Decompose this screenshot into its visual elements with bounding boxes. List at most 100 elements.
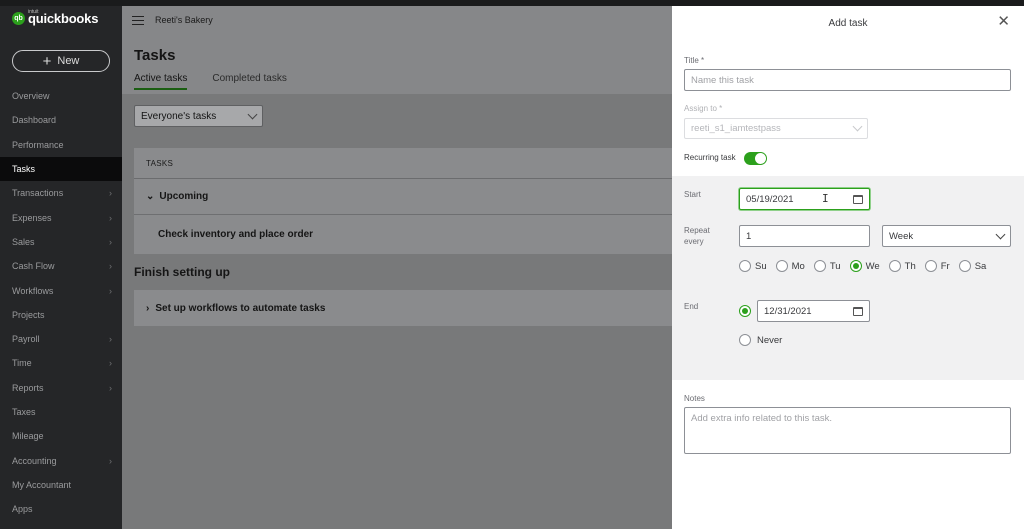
end-date-value: 12/31/2021 — [764, 305, 812, 317]
sidebar-item-time[interactable]: Time › — [0, 351, 122, 375]
sidebar-item-label: Accounting — [12, 455, 57, 466]
recurring-label: Recurring task — [684, 153, 736, 162]
sidebar-item-apps[interactable]: Apps — [0, 497, 122, 521]
new-button[interactable]: + New — [12, 50, 110, 72]
end-date-input[interactable]: 12/31/2021 — [757, 300, 870, 322]
chevron-right-icon: › — [146, 302, 150, 314]
main-area: Reeti's Bakery Tasks Active tasks Comple… — [122, 6, 672, 529]
tab-completed-tasks[interactable]: Completed tasks — [212, 73, 286, 90]
sidebar-item-sales[interactable]: Sales › — [0, 230, 122, 254]
chevron-right-icon: › — [109, 382, 112, 393]
sidebar-item-mileage[interactable]: Mileage — [0, 424, 122, 448]
weekday-radio[interactable] — [924, 260, 937, 272]
group-label: Upcoming — [159, 191, 209, 202]
title-input[interactable]: Name this task — [684, 69, 1011, 91]
sidebar-item-accounting[interactable]: Accounting › — [0, 448, 122, 472]
chevron-right-icon: › — [109, 212, 112, 223]
weekday-radio[interactable] — [775, 260, 788, 272]
sidebar-item-taxes[interactable]: Taxes — [0, 400, 122, 424]
notes-textarea[interactable]: Add extra info related to this task. — [684, 407, 1011, 454]
sidebar-item-my-accountant[interactable]: My Accountant — [0, 473, 122, 497]
chevron-down-icon — [247, 109, 258, 119]
setup-item[interactable]: › Set up workflows to automate tasks — [134, 290, 672, 326]
weekday-radio[interactable] — [739, 260, 751, 272]
sidebar-item-cash-flow[interactable]: Cash Flow › — [0, 254, 122, 278]
tasks-card: TASKS ⌄ Upcoming Check inventory and pla… — [134, 148, 672, 254]
chevron-down-icon — [995, 229, 1006, 239]
weekday-radio[interactable] — [849, 260, 862, 272]
sidebar-item-label: My Accountant — [12, 479, 72, 490]
task-filter-select[interactable]: Everyone's tasks — [134, 105, 263, 127]
weekday-option-we[interactable]: We — [849, 260, 880, 272]
repeat-label: Repeat — [684, 226, 710, 235]
sidebar-item-label: Taxes — [12, 407, 36, 417]
weekday-option-mo[interactable]: Mo — [775, 260, 805, 272]
weekday-radio[interactable] — [813, 260, 826, 272]
sidebar-nav: Overview Dashboard Performance Tasks Transac… — [0, 84, 122, 521]
task-row[interactable]: Check inventory and place order — [134, 215, 672, 253]
sidebar-item-label: Apps — [12, 504, 33, 515]
panel-title: Add task — [828, 18, 868, 29]
chevron-down-icon — [852, 121, 863, 132]
repeat-unit-value: Week — [889, 230, 914, 242]
weekday-option-tu[interactable]: Tu — [813, 260, 841, 272]
menu-icon[interactable] — [132, 16, 144, 25]
chevron-right-icon: › — [109, 285, 112, 296]
chevron-right-icon: › — [109, 334, 112, 345]
sidebar-item-label: Overview — [12, 91, 50, 102]
sidebar-item-dashboard[interactable]: Dashboard — [0, 108, 122, 132]
chevron-right-icon: › — [109, 455, 112, 466]
quickbooks-logo-icon: qb — [12, 12, 25, 25]
sidebar-item-label: Projects — [12, 309, 45, 320]
sidebar-item-performance[interactable]: Performance — [0, 133, 122, 157]
sidebar-item-payroll[interactable]: Payroll › — [0, 327, 122, 351]
repeat-interval-input[interactable]: 1 — [739, 225, 870, 247]
brand-logo[interactable]: qb quickbooks — [12, 11, 98, 26]
sidebar-item-label: Mileage — [12, 431, 44, 442]
assign-select: reeti_s1_iamtestpass — [684, 118, 868, 139]
close-icon[interactable]: ✕ — [997, 14, 1010, 29]
weekday-label: Mo — [791, 260, 805, 272]
sidebar-item-tasks[interactable]: Tasks — [0, 156, 122, 182]
sidebar-item-projects[interactable]: Projects — [0, 303, 122, 327]
top-strip — [0, 0, 1024, 6]
start-date-input[interactable]: 05/19/2021 — [739, 188, 870, 210]
repeat-unit-select[interactable]: Week — [882, 225, 1011, 247]
weekday-radio[interactable] — [888, 260, 901, 272]
never-radio[interactable] — [739, 334, 751, 346]
sidebar-item-expenses[interactable]: Expenses › — [0, 205, 122, 229]
sidebar-item-workflows[interactable]: Workflows › — [0, 278, 122, 302]
sidebar-item-transactions[interactable]: Transactions › — [0, 181, 122, 205]
sidebar-item-label: Expenses — [12, 212, 52, 223]
sidebar-item-overview[interactable]: Overview — [0, 84, 122, 108]
sidebar-item-label: Workflows — [12, 285, 54, 296]
task-filter-value: Everyone's tasks — [141, 110, 217, 122]
never-label: Never — [757, 334, 783, 346]
table-header: TASKS — [134, 148, 672, 179]
end-label: End — [684, 302, 699, 311]
sidebar-item-label: Tasks — [12, 164, 36, 175]
calendar-icon[interactable] — [853, 194, 863, 204]
add-task-panel: Add task ✕ Title * Name this task Assign… — [672, 6, 1024, 529]
assign-value: reeti_s1_iamtestpass — [691, 123, 781, 134]
sidebar-item-label: Time — [12, 358, 32, 369]
weekday-option-sa[interactable]: Sa — [958, 260, 987, 272]
weekday-label: Su — [755, 260, 767, 272]
end-date-radio[interactable] — [739, 305, 751, 317]
start-label: Start — [684, 190, 701, 199]
weekday-radio[interactable] — [958, 260, 971, 272]
tab-active-tasks[interactable]: Active tasks — [134, 73, 188, 90]
sidebar-item-label: Transactions — [12, 188, 64, 199]
weekday-option-fr[interactable]: Fr — [924, 260, 950, 272]
never-option[interactable]: Never — [739, 334, 782, 346]
weekday-option-su[interactable]: Su — [739, 260, 767, 272]
calendar-icon[interactable] — [853, 306, 863, 316]
sidebar-item-reports[interactable]: Reports › — [0, 376, 122, 400]
sidebar-item-label: Performance — [12, 139, 64, 150]
text-cursor-icon: I — [822, 192, 829, 205]
upcoming-group[interactable]: ⌄ Upcoming — [134, 179, 672, 215]
task-tabs: Active tasks Completed tasks — [134, 73, 287, 90]
recurring-toggle[interactable] — [744, 152, 767, 165]
weekday-label: Sa — [974, 260, 987, 272]
weekday-option-th[interactable]: Th — [888, 260, 916, 272]
